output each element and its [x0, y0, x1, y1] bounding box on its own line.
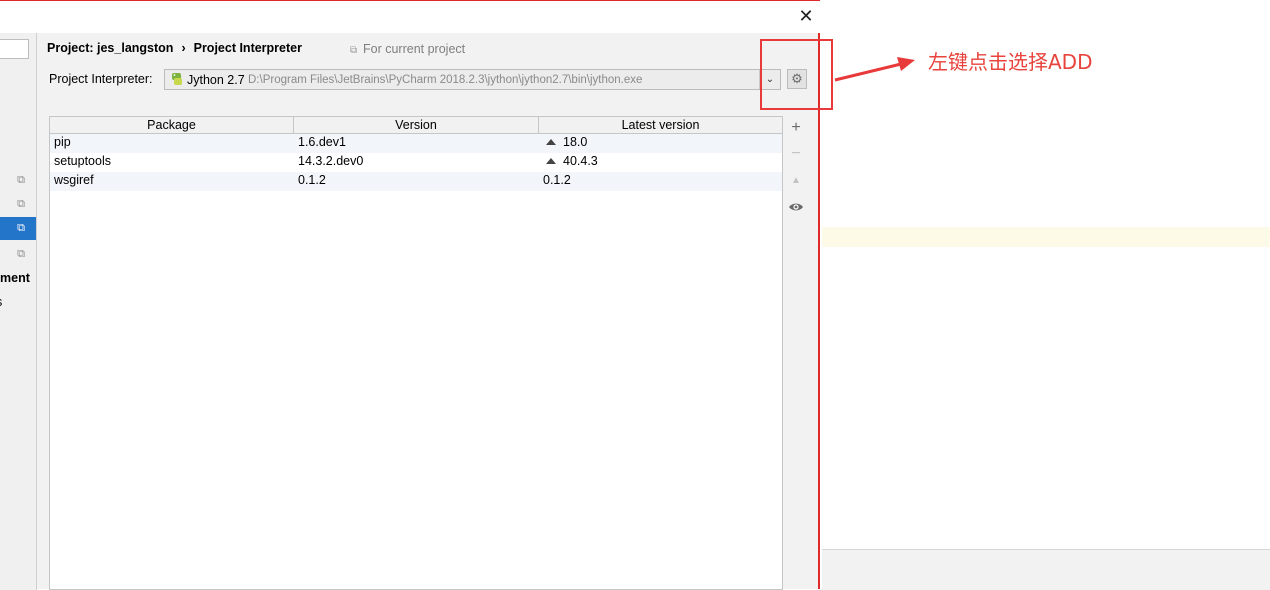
annotation-text: 左键点击选择ADD: [928, 50, 1093, 74]
packages-toolbar: + − ▲: [784, 116, 809, 590]
interpreter-label: Project Interpreter:: [49, 72, 153, 86]
interpreter-path: D:\Program Files\JetBrains\PyCharm 2018.…: [248, 74, 643, 86]
settings-dialog: ✕ ⧉ ⧉ ⧉ ⧉ ment s Project: jes_langston›P…: [0, 0, 820, 590]
package-name: pip: [54, 135, 71, 149]
interpreter-select[interactable]: Jython 2.7 D:\Program Files\JetBrains\Py…: [164, 69, 781, 90]
package-latest-value: 0.1.2: [543, 173, 571, 187]
triangle-up-icon: ▲: [791, 175, 801, 186]
package-version: 1.6.dev1: [298, 135, 346, 149]
close-button[interactable]: ✕: [795, 5, 817, 27]
package-latest: 18.0: [546, 135, 587, 149]
column-header-latest-version[interactable]: Latest version: [539, 117, 782, 133]
scope-label: ⧉ For current project: [350, 42, 465, 56]
settings-tree: ⧉ ⧉ ⧉ ⧉ ment s: [0, 33, 37, 590]
tree-item-project-interpreter[interactable]: ⧉: [0, 217, 36, 240]
package-version: 0.1.2: [298, 173, 326, 187]
upgrade-available-icon: [546, 139, 556, 145]
add-package-button[interactable]: +: [788, 120, 804, 136]
settings-search-input[interactable]: [0, 39, 29, 59]
dialog-titlebar: ✕: [0, 1, 820, 33]
table-row[interactable]: setuptools 14.3.2.dev0 40.4.3: [50, 153, 782, 172]
editor-status-bar: [822, 549, 1270, 590]
package-latest: 40.4.3: [546, 154, 598, 168]
show-early-releases-button[interactable]: [788, 199, 804, 215]
editor-current-line-highlight: [822, 227, 1270, 247]
upgrade-package-button[interactable]: ▲: [788, 173, 804, 189]
packages-table: Package Version Latest version pip 1.6.d…: [49, 116, 783, 590]
scope-label-text: For current project: [363, 42, 466, 56]
column-header-package[interactable]: Package: [50, 117, 294, 133]
copy-icon: ⧉: [350, 45, 358, 56]
copy-icon: ⧉: [17, 174, 25, 186]
copy-icon: ⧉: [17, 248, 25, 260]
minus-icon: −: [791, 145, 801, 162]
package-name: setuptools: [54, 154, 111, 168]
column-header-version[interactable]: Version: [294, 117, 539, 133]
package-latest-value: 40.4.3: [563, 154, 598, 168]
package-version: 14.3.2.dev0: [298, 154, 364, 168]
package-name: wsgiref: [54, 173, 94, 187]
copy-icon: ⧉: [17, 198, 25, 210]
table-header: Package Version Latest version: [50, 117, 782, 134]
python-interpreter-icon: [172, 73, 182, 85]
annotation-arrow-icon: [834, 57, 915, 82]
package-latest-value: 18.0: [563, 135, 588, 149]
breadcrumb-page: Project Interpreter: [193, 41, 302, 55]
breadcrumb: Project: jes_langston › Project Interprete…: [47, 41, 302, 55]
breadcrumb-project: Project: jes_langston: [47, 41, 174, 55]
table-row[interactable]: pip 1.6.dev1 18.0: [50, 134, 782, 153]
plus-icon: +: [791, 119, 801, 136]
interpreter-name: Jython 2.7: [187, 73, 245, 87]
annotation-highlight-box: [760, 39, 833, 110]
copy-icon: ⧉: [17, 222, 25, 234]
remove-package-button[interactable]: −: [788, 146, 804, 162]
tree-item-cut-label[interactable]: ment: [0, 271, 36, 285]
eye-icon: [789, 203, 803, 211]
upgrade-available-icon: [546, 158, 556, 164]
tree-item-cut-label[interactable]: s: [0, 295, 2, 309]
breadcrumb-separator: ›: [181, 41, 186, 55]
table-row[interactable]: wsgiref 0.1.2 0.1.2: [50, 172, 782, 191]
